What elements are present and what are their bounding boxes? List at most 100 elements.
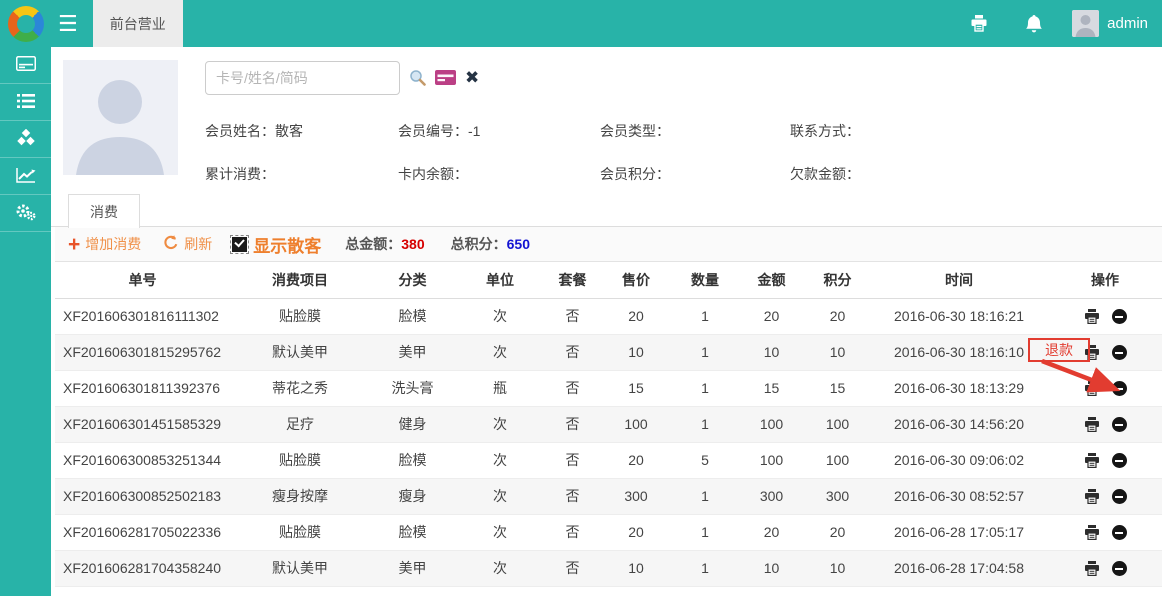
operations-cell <box>1048 406 1162 442</box>
points-cell: 100 <box>805 406 870 442</box>
tab-bar: 消费 <box>51 190 1162 227</box>
quantity-cell: 1 <box>672 370 738 406</box>
app-logo <box>8 6 44 42</box>
print-icon[interactable] <box>1084 561 1100 576</box>
refund-minus-icon[interactable] <box>1112 417 1127 432</box>
unit-cell: 次 <box>455 442 545 478</box>
clear-icon[interactable]: ✖ <box>465 69 479 86</box>
order-no-cell: XF201606301815295762 <box>55 334 230 370</box>
amount-cell: 100 <box>738 406 805 442</box>
order-no-cell: XF201606300853251344 <box>55 442 230 478</box>
topbar-right: admin <box>970 10 1162 37</box>
category-cell: 美甲 <box>370 334 455 370</box>
search-input[interactable] <box>205 61 400 95</box>
refund-annotation-arrow <box>1030 356 1130 400</box>
amount-cell: 10 <box>738 334 805 370</box>
unit-cell: 次 <box>455 406 545 442</box>
consumption-table: 单号消费项目分类单位套餐售价数量金额积分时间操作 XF2016063018161… <box>55 262 1162 587</box>
category-cell: 洗头膏 <box>370 370 455 406</box>
topbar-tab-front-desk[interactable]: 前台营业 <box>93 0 183 47</box>
amount-cell: 300 <box>738 478 805 514</box>
points-cell: 10 <box>805 334 870 370</box>
refund-minus-icon[interactable] <box>1112 489 1127 504</box>
operations-cell <box>1048 442 1162 478</box>
user-avatar[interactable] <box>1072 10 1099 37</box>
member-card-icon[interactable] <box>435 70 456 85</box>
sidebar-item-card[interactable] <box>0 47 51 84</box>
package-cell: 否 <box>545 298 600 334</box>
show-walkin-toggle[interactable]: 显示散客 <box>232 232 321 257</box>
print-icon[interactable] <box>1084 453 1100 468</box>
time-cell: 2016-06-28 17:05:17 <box>870 514 1048 550</box>
toolbar: + 增加消费 刷新 显示散客 总金额： 380 总积分： 650 <box>55 227 1162 262</box>
price-cell: 15 <box>600 370 672 406</box>
order-no-cell: XF201606301811392376 <box>55 370 230 406</box>
refresh-button[interactable]: 刷新 <box>163 234 212 254</box>
points-cell: 15 <box>805 370 870 406</box>
column-header: 操作 <box>1048 262 1162 298</box>
column-header: 时间 <box>870 262 1048 298</box>
table-row: XF201606301451585329足疗健身次否10011001002016… <box>55 406 1162 442</box>
column-header: 数量 <box>672 262 738 298</box>
refund-minus-icon[interactable] <box>1112 453 1127 468</box>
member-field-type: 会员类型： <box>600 121 790 141</box>
add-consumption-button[interactable]: + 增加消费 <box>68 234 141 255</box>
category-cell: 瘦身 <box>370 478 455 514</box>
column-header: 单号 <box>55 262 230 298</box>
username[interactable]: admin <box>1107 15 1148 32</box>
refund-minus-icon[interactable] <box>1112 561 1127 576</box>
item-cell: 贴脸膜 <box>230 514 370 550</box>
points-cell: 10 <box>805 550 870 586</box>
print-icon[interactable] <box>1084 309 1100 324</box>
member-photo-placeholder <box>63 60 178 175</box>
refund-minus-icon[interactable] <box>1112 525 1127 540</box>
package-cell: 否 <box>545 514 600 550</box>
printer-icon[interactable] <box>970 15 988 32</box>
sidebar-item-list[interactable] <box>0 84 51 121</box>
table-row: XF201606301816111302贴脸膜脸模次否20120202016-0… <box>55 298 1162 334</box>
total-points-value: 650 <box>507 236 530 252</box>
print-icon[interactable] <box>1084 525 1100 540</box>
print-icon[interactable] <box>1084 417 1100 432</box>
column-header: 售价 <box>600 262 672 298</box>
tab-consumption[interactable]: 消费 <box>68 194 140 228</box>
item-cell: 瘦身按摩 <box>230 478 370 514</box>
table-row: XF201606300853251344贴脸膜脸模次否2051001002016… <box>55 442 1162 478</box>
table-row: XF201606301811392376蒂花之秀洗头膏瓶否15115152016… <box>55 370 1162 406</box>
member-fields: 会员姓名：散客 会员编号：-1 会员类型： 联系方式： 累计消费： 卡内余额： … <box>205 109 1125 195</box>
unit-cell: 次 <box>455 550 545 586</box>
price-cell: 20 <box>600 514 672 550</box>
category-cell: 脸模 <box>370 298 455 334</box>
bell-icon[interactable] <box>1026 15 1042 33</box>
member-field-card-balance: 卡内余额： <box>398 164 600 184</box>
category-cell: 美甲 <box>370 550 455 586</box>
print-icon[interactable] <box>1084 489 1100 504</box>
amount-cell: 20 <box>738 514 805 550</box>
sidebar-item-cubes[interactable] <box>0 121 51 158</box>
total-points-label: 总积分： <box>451 234 507 254</box>
item-cell: 贴脸膜 <box>230 298 370 334</box>
time-cell: 2016-06-30 18:16:21 <box>870 298 1048 334</box>
time-cell: 2016-06-30 08:52:57 <box>870 478 1048 514</box>
member-field-points: 会员积分： <box>600 164 790 184</box>
line-chart-icon <box>16 167 36 186</box>
quantity-cell: 1 <box>672 298 738 334</box>
order-no-cell: XF201606281705022336 <box>55 514 230 550</box>
refund-minus-icon[interactable] <box>1112 309 1127 324</box>
time-cell: 2016-06-30 09:06:02 <box>870 442 1048 478</box>
table-row: XF201606281704358240默认美甲美甲次否10110102016-… <box>55 550 1162 586</box>
member-panel: ✖ 会员姓名：散客 会员编号：-1 会员类型： 联系方式： 累计消费： 卡内余额… <box>51 47 1162 190</box>
table-row: XF201606301815295762默认美甲美甲次否10110102016-… <box>55 334 1162 370</box>
order-no-cell: XF201606301816111302 <box>55 298 230 334</box>
quantity-cell: 1 <box>672 478 738 514</box>
hamburger-icon[interactable]: ☰ <box>58 13 78 35</box>
sidebar-item-chart[interactable] <box>0 158 51 195</box>
category-cell: 健身 <box>370 406 455 442</box>
operations-cell <box>1048 514 1162 550</box>
search-icon[interactable] <box>409 69 426 86</box>
unit-cell: 瓶 <box>455 370 545 406</box>
time-cell: 2016-06-30 18:16:10 <box>870 334 1048 370</box>
sidebar-item-settings[interactable] <box>0 195 51 232</box>
gears-icon <box>16 203 36 224</box>
item-cell: 默认美甲 <box>230 550 370 586</box>
